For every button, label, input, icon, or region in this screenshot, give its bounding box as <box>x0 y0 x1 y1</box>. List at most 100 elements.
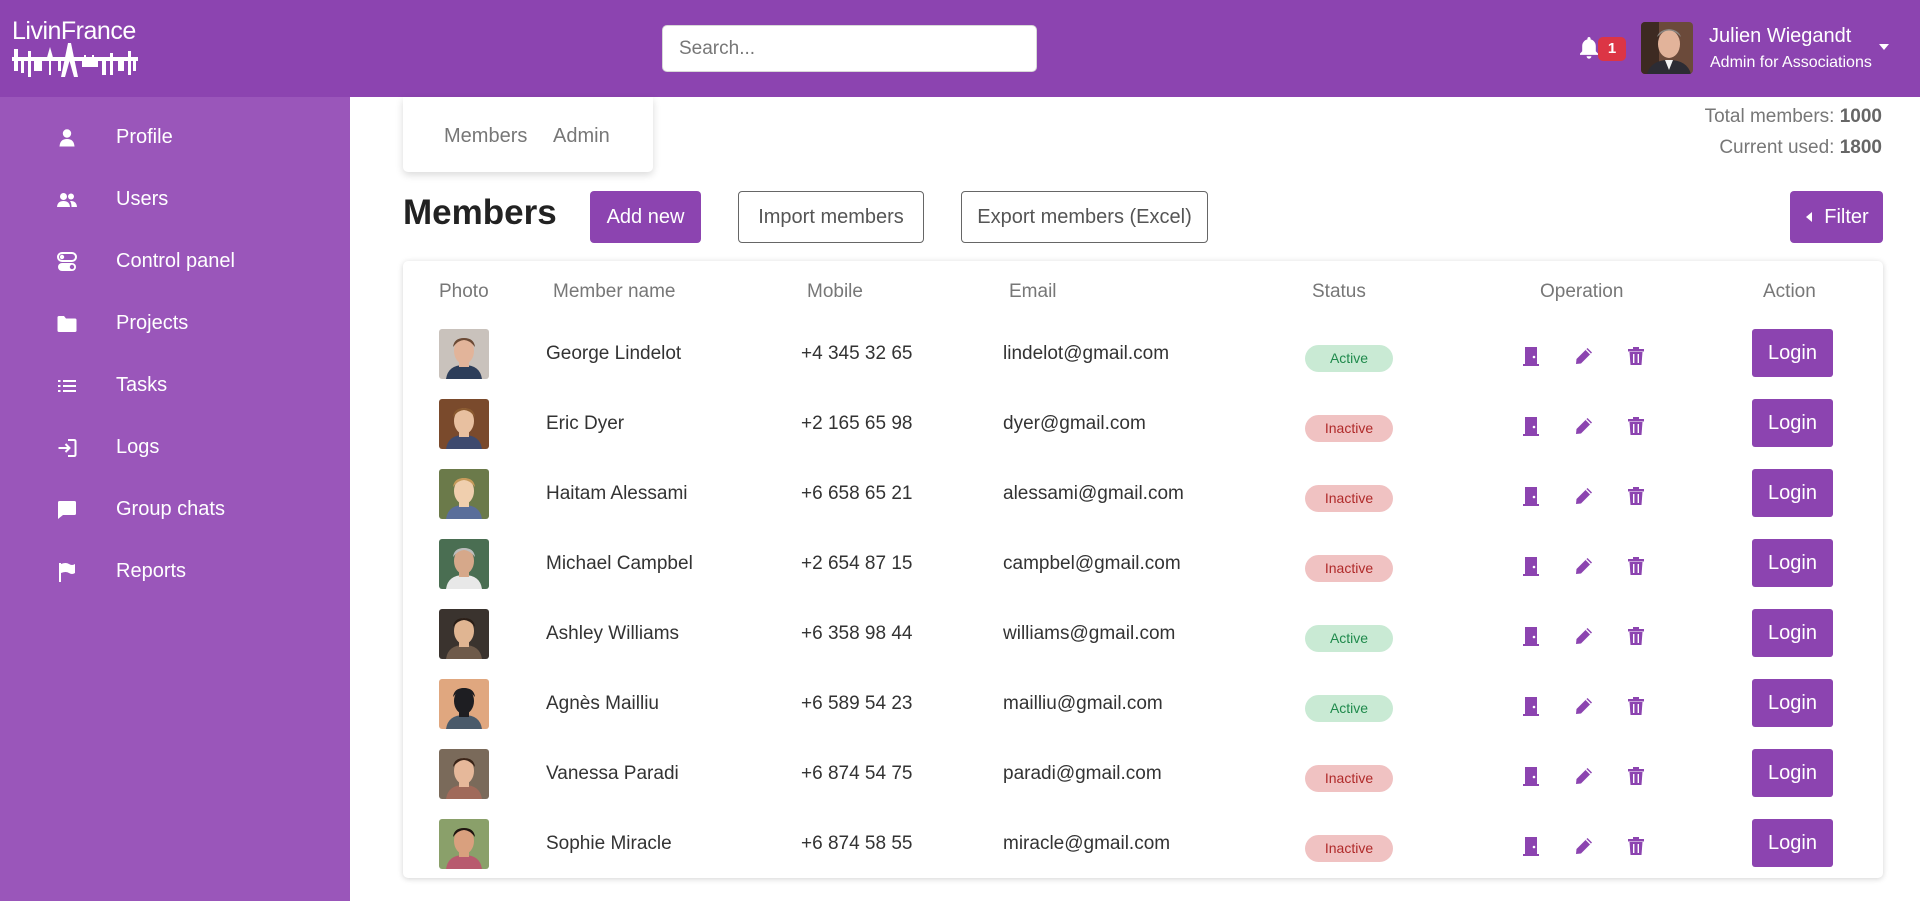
notification-badge[interactable]: 1 <box>1598 37 1626 61</box>
login-button[interactable]: Login <box>1752 749 1833 797</box>
sidebar: Profile Users Control panel Projects Tas… <box>0 97 350 901</box>
member-photo <box>439 679 489 729</box>
filter-label: Filter <box>1824 205 1869 228</box>
pencil-icon[interactable] <box>1573 415 1595 437</box>
pencil-icon[interactable] <box>1573 695 1595 717</box>
pencil-icon[interactable] <box>1573 555 1595 577</box>
add-new-button[interactable]: Add new <box>590 191 701 243</box>
trash-icon[interactable] <box>1625 695 1647 717</box>
header-mobile[interactable]: Mobile <box>807 281 863 303</box>
door-icon[interactable] <box>1520 415 1542 437</box>
member-email[interactable]: paradi@gmail.com <box>1003 763 1162 785</box>
tab-members[interactable]: Members <box>444 125 527 148</box>
member-mobile: +6 874 54 75 <box>801 763 913 784</box>
trash-icon[interactable] <box>1625 555 1647 577</box>
status-badge: Inactive <box>1305 835 1393 862</box>
sidebar-item-label: Profile <box>116 126 173 148</box>
member-name[interactable]: Agnès Mailliu <box>546 693 659 715</box>
login-button[interactable]: Login <box>1752 399 1833 447</box>
sidebar-item-label: Users <box>116 188 169 210</box>
door-icon[interactable] <box>1520 765 1542 787</box>
door-icon[interactable] <box>1520 695 1542 717</box>
chevron-down-icon[interactable] <box>1877 40 1891 54</box>
member-email[interactable]: campbel@gmail.com <box>1003 553 1181 575</box>
sidebar-item-profile[interactable]: Profile <box>0 107 350 169</box>
member-name[interactable]: George Lindelot <box>546 343 681 365</box>
trash-icon[interactable] <box>1625 415 1647 437</box>
door-icon[interactable] <box>1520 625 1542 647</box>
status-badge: Inactive <box>1305 485 1393 512</box>
sidebar-item-tasks[interactable]: Tasks <box>0 355 350 417</box>
member-name[interactable]: Vanessa Paradi <box>546 763 679 785</box>
sidebar-item-label: Logs <box>116 436 160 458</box>
login-button[interactable]: Login <box>1752 609 1833 657</box>
member-email[interactable]: williams@gmail.com <box>1003 623 1175 645</box>
pencil-icon[interactable] <box>1573 485 1595 507</box>
trash-icon[interactable] <box>1625 765 1647 787</box>
logo[interactable]: LivinFrance <box>12 18 142 77</box>
member-name[interactable]: Sophie Miracle <box>546 833 672 855</box>
member-photo <box>439 539 489 589</box>
member-name[interactable]: Eric Dyer <box>546 413 624 435</box>
member-name[interactable]: Michael Campbel <box>546 553 693 575</box>
paris-skyline-icon <box>12 43 138 77</box>
member-mobile: +6 658 65 21 <box>801 483 913 504</box>
member-name[interactable]: Haitam Alessami <box>546 483 688 505</box>
member-mobile: +6 358 98 44 <box>801 623 913 644</box>
member-photo <box>439 329 489 379</box>
door-icon[interactable] <box>1520 835 1542 857</box>
user-avatar[interactable] <box>1641 22 1693 74</box>
trash-icon[interactable] <box>1625 485 1647 507</box>
header-email[interactable]: Email <box>1009 281 1057 303</box>
sidebar-item-label: Control panel <box>116 250 235 272</box>
export-members-button[interactable]: Export members (Excel) <box>961 191 1208 243</box>
member-mobile: +4 345 32 65 <box>801 343 913 364</box>
member-email[interactable]: lindelot@gmail.com <box>1003 343 1169 365</box>
member-mobile: +2 165 65 98 <box>801 413 913 434</box>
sidebar-item-projects[interactable]: Projects <box>0 293 350 355</box>
member-email[interactable]: alessami@gmail.com <box>1003 483 1184 505</box>
import-members-button[interactable]: Import members <box>738 191 924 243</box>
member-email[interactable]: mailliu@gmail.com <box>1003 693 1163 715</box>
door-icon[interactable] <box>1520 345 1542 367</box>
login-button[interactable]: Login <box>1752 469 1833 517</box>
pencil-icon[interactable] <box>1573 765 1595 787</box>
member-email[interactable]: dyer@gmail.com <box>1003 413 1146 435</box>
bell-icon[interactable] <box>1578 36 1600 60</box>
login-button[interactable]: Login <box>1752 819 1833 867</box>
user-name[interactable]: Julien Wiegandt <box>1709 25 1851 48</box>
header-operation: Operation <box>1540 281 1624 302</box>
top-navbar: LivinFrance Search... 1 Julien Wiegandt … <box>0 0 1920 97</box>
sidebar-item-control-panel[interactable]: Control panel <box>0 231 350 293</box>
sidebar-item-group-chats[interactable]: Group chats <box>0 479 350 541</box>
table-row: Vanessa Paradi +6 874 54 75 paradi@gmail… <box>403 745 1883 815</box>
member-name[interactable]: Ashley Williams <box>546 623 679 645</box>
pencil-icon[interactable] <box>1573 625 1595 647</box>
member-photo <box>439 819 489 869</box>
search-input[interactable] <box>662 25 1037 72</box>
trash-icon[interactable] <box>1625 835 1647 857</box>
login-button[interactable]: Login <box>1752 329 1833 377</box>
members-table: Photo Member name Mobile Email Status Op… <box>403 261 1883 878</box>
member-email[interactable]: miracle@gmail.com <box>1003 833 1170 855</box>
login-button[interactable]: Login <box>1752 679 1833 727</box>
table-row: George Lindelot +4 345 32 65 lindelot@gm… <box>403 325 1883 395</box>
door-icon[interactable] <box>1520 555 1542 577</box>
status-badge: Inactive <box>1305 555 1393 582</box>
sidebar-item-reports[interactable]: Reports <box>0 541 350 603</box>
member-photo <box>439 399 489 449</box>
tab-admin[interactable]: Admin <box>553 125 610 148</box>
pencil-icon[interactable] <box>1573 835 1595 857</box>
header-status[interactable]: Status <box>1312 281 1366 303</box>
login-button[interactable]: Login <box>1752 539 1833 587</box>
table-row: Sophie Miracle +6 874 58 55 miracle@gmai… <box>403 815 1883 885</box>
sidebar-item-users[interactable]: Users <box>0 169 350 231</box>
trash-icon[interactable] <box>1625 345 1647 367</box>
trash-icon[interactable] <box>1625 625 1647 647</box>
sidebar-item-label: Tasks <box>116 374 168 396</box>
filter-button[interactable]: Filter <box>1790 191 1883 243</box>
door-icon[interactable] <box>1520 485 1542 507</box>
pencil-icon[interactable] <box>1573 345 1595 367</box>
sidebar-item-logs[interactable]: Logs <box>0 417 350 479</box>
header-member-name[interactable]: Member name <box>553 281 676 303</box>
